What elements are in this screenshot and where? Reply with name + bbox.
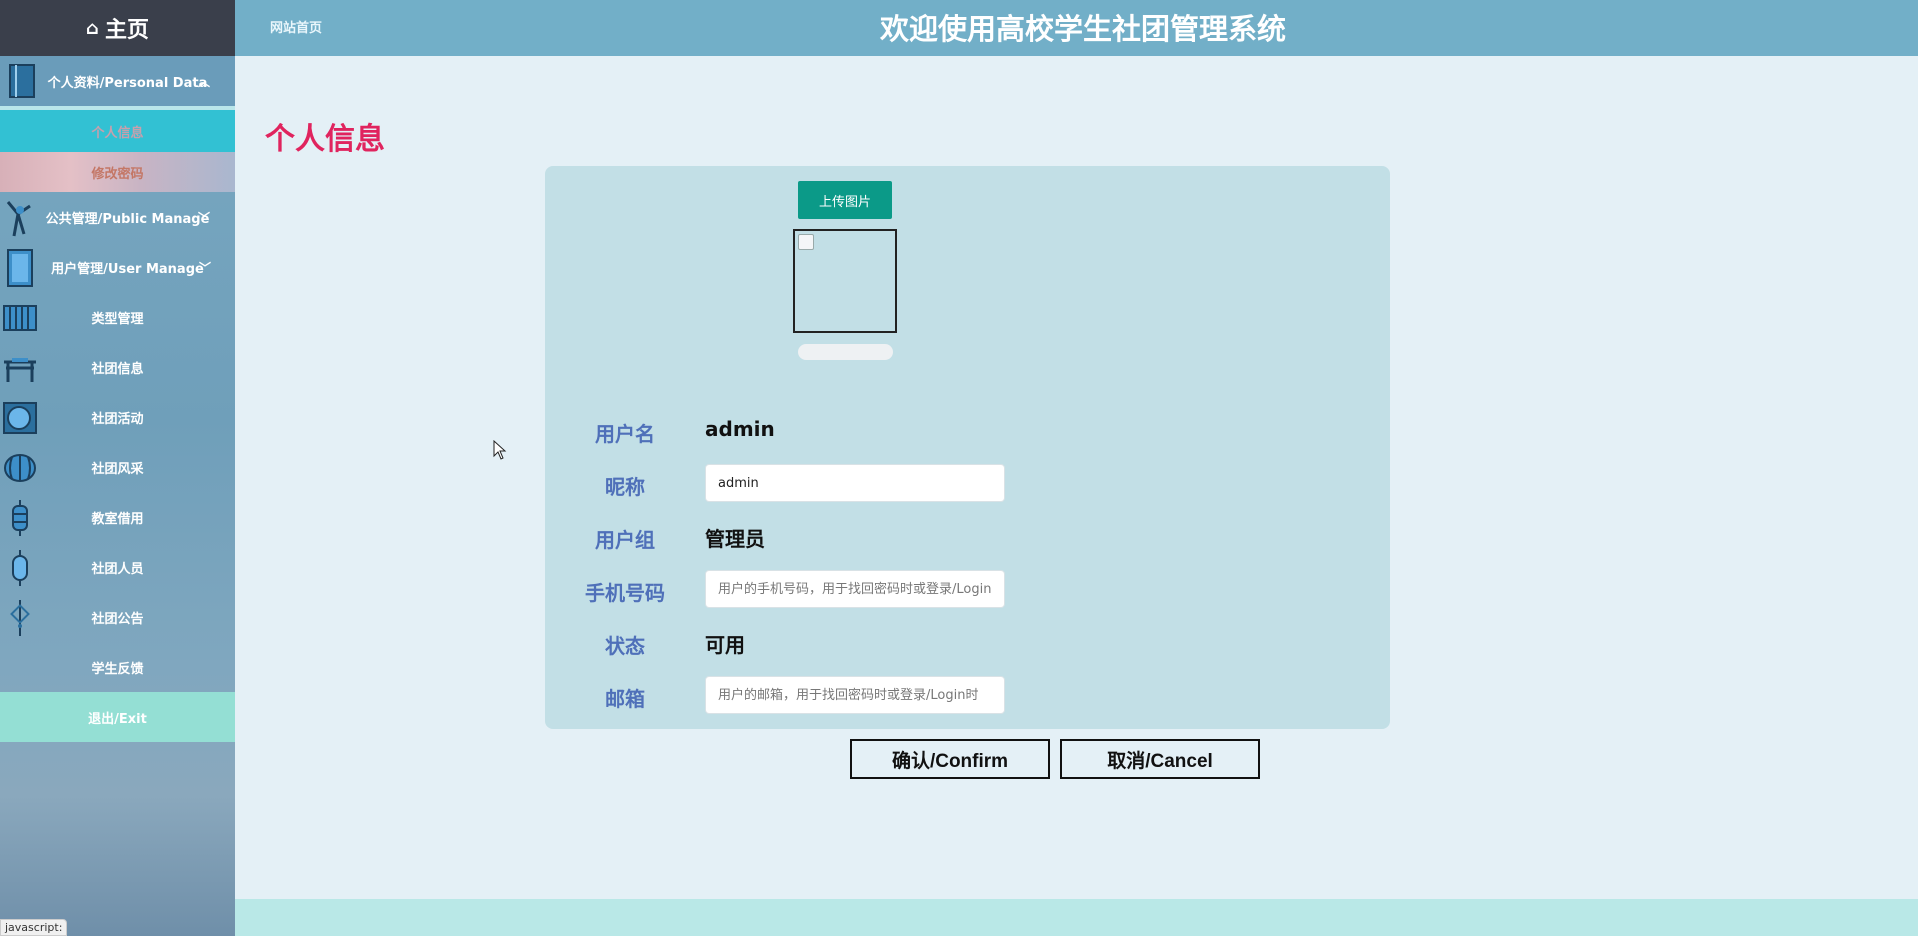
- system-title: 欢迎使用高校学生社团管理系统: [880, 12, 1287, 46]
- menu-item-type-manage[interactable]: 类型管理: [0, 292, 235, 342]
- chevron-down-icon: ﹀: [198, 260, 211, 275]
- user-group-value: 管理员: [705, 527, 765, 551]
- cancel-button[interactable]: 取消/Cancel: [1060, 739, 1260, 779]
- file-input-indicator[interactable]: [798, 344, 893, 360]
- phone-input[interactable]: [705, 570, 1005, 608]
- screen-icon: [3, 402, 37, 434]
- menu-item-classroom-borrow[interactable]: 教室借用: [0, 492, 235, 542]
- username-value: admin: [705, 417, 775, 441]
- username-label: 用户名: [595, 422, 655, 446]
- nickname-input[interactable]: [705, 464, 1005, 502]
- phone-label: 手机号码: [585, 581, 665, 605]
- figure-icon: [6, 201, 31, 237]
- book-icon: [9, 64, 35, 98]
- confirm-button[interactable]: 确认/Confirm: [850, 739, 1050, 779]
- menu-item-label: 学生反馈: [91, 661, 144, 677]
- menu-item-label: 社团人员: [91, 561, 144, 577]
- hanging-lantern-icon: [12, 500, 28, 536]
- nickname-label: 昵称: [605, 475, 645, 499]
- status-bar-url: javascript:: [0, 919, 68, 936]
- mouse-cursor-icon: [493, 440, 507, 460]
- menu-item-club-activities[interactable]: 社团活动: [0, 392, 235, 442]
- footer-bar: [235, 899, 1918, 936]
- menu-item-club-notices[interactable]: 社团公告: [0, 592, 235, 642]
- upload-image-button[interactable]: 上传图片: [798, 181, 892, 219]
- gate-icon: [4, 358, 36, 382]
- site-home-link[interactable]: 网站首页: [270, 17, 322, 36]
- broken-image-icon: [798, 234, 814, 250]
- menu-item-label: 教室借用: [91, 511, 144, 527]
- menu-item-label: 社团风采: [91, 461, 144, 477]
- status-label: 状态: [605, 634, 645, 658]
- submenu-change-password[interactable]: 修改密码: [0, 152, 235, 192]
- top-header: 网站首页 欢迎使用高校学生社团管理系统: [235, 0, 1918, 56]
- sidebar-home-link[interactable]: ⌂ 主页: [0, 0, 235, 56]
- email-label: 邮箱: [605, 687, 645, 711]
- submenu-label: 个人信息: [91, 125, 144, 141]
- user-group-label: 用户组: [595, 528, 655, 552]
- avatar-preview: [793, 229, 897, 333]
- menu-item-label: 社团公告: [91, 611, 144, 627]
- menu-item-label: 退出/Exit: [88, 711, 147, 727]
- capsule-lantern-icon: [12, 550, 28, 586]
- home-label: 主页: [104, 18, 149, 43]
- email-input[interactable]: [705, 676, 1005, 714]
- menu-group-user[interactable]: 用户管理/User Manage ﹀: [0, 242, 235, 292]
- sidebar: ⌂ 主页 个人资料/Personal Data ︿ 个人信息 修改密码 公共管理…: [0, 0, 235, 936]
- panel-icon: [7, 249, 33, 287]
- knot-icon: [10, 600, 30, 636]
- submenu-label: 修改密码: [91, 166, 144, 182]
- menu-item-club-members[interactable]: 社团人员: [0, 542, 235, 592]
- chevron-down-icon: ﹀: [197, 210, 210, 225]
- chevron-up-icon: ︿: [197, 74, 210, 89]
- bamboo-scroll-icon: [3, 305, 37, 331]
- submenu-personal-info[interactable]: 个人信息: [0, 110, 235, 152]
- lantern-icon: [4, 454, 36, 482]
- menu-item-club-style[interactable]: 社团风采: [0, 442, 235, 492]
- status-value: 可用: [705, 633, 745, 657]
- menu-item-label: 类型管理: [91, 311, 144, 327]
- menu-group-personal[interactable]: 个人资料/Personal Data ︿: [0, 56, 235, 110]
- menu-item-label: 社团信息: [91, 361, 144, 377]
- menu-item-club-info[interactable]: 社团信息: [0, 342, 235, 392]
- menu-item-exit[interactable]: 退出/Exit: [0, 692, 235, 742]
- home-icon: ⌂: [86, 17, 99, 39]
- menu-item-student-feedback[interactable]: 学生反馈: [0, 642, 235, 692]
- page-title: 个人信息: [265, 122, 385, 157]
- menu-item-label: 社团活动: [91, 411, 144, 427]
- menu-group-public[interactable]: 公共管理/Public Manage ﹀: [0, 192, 235, 242]
